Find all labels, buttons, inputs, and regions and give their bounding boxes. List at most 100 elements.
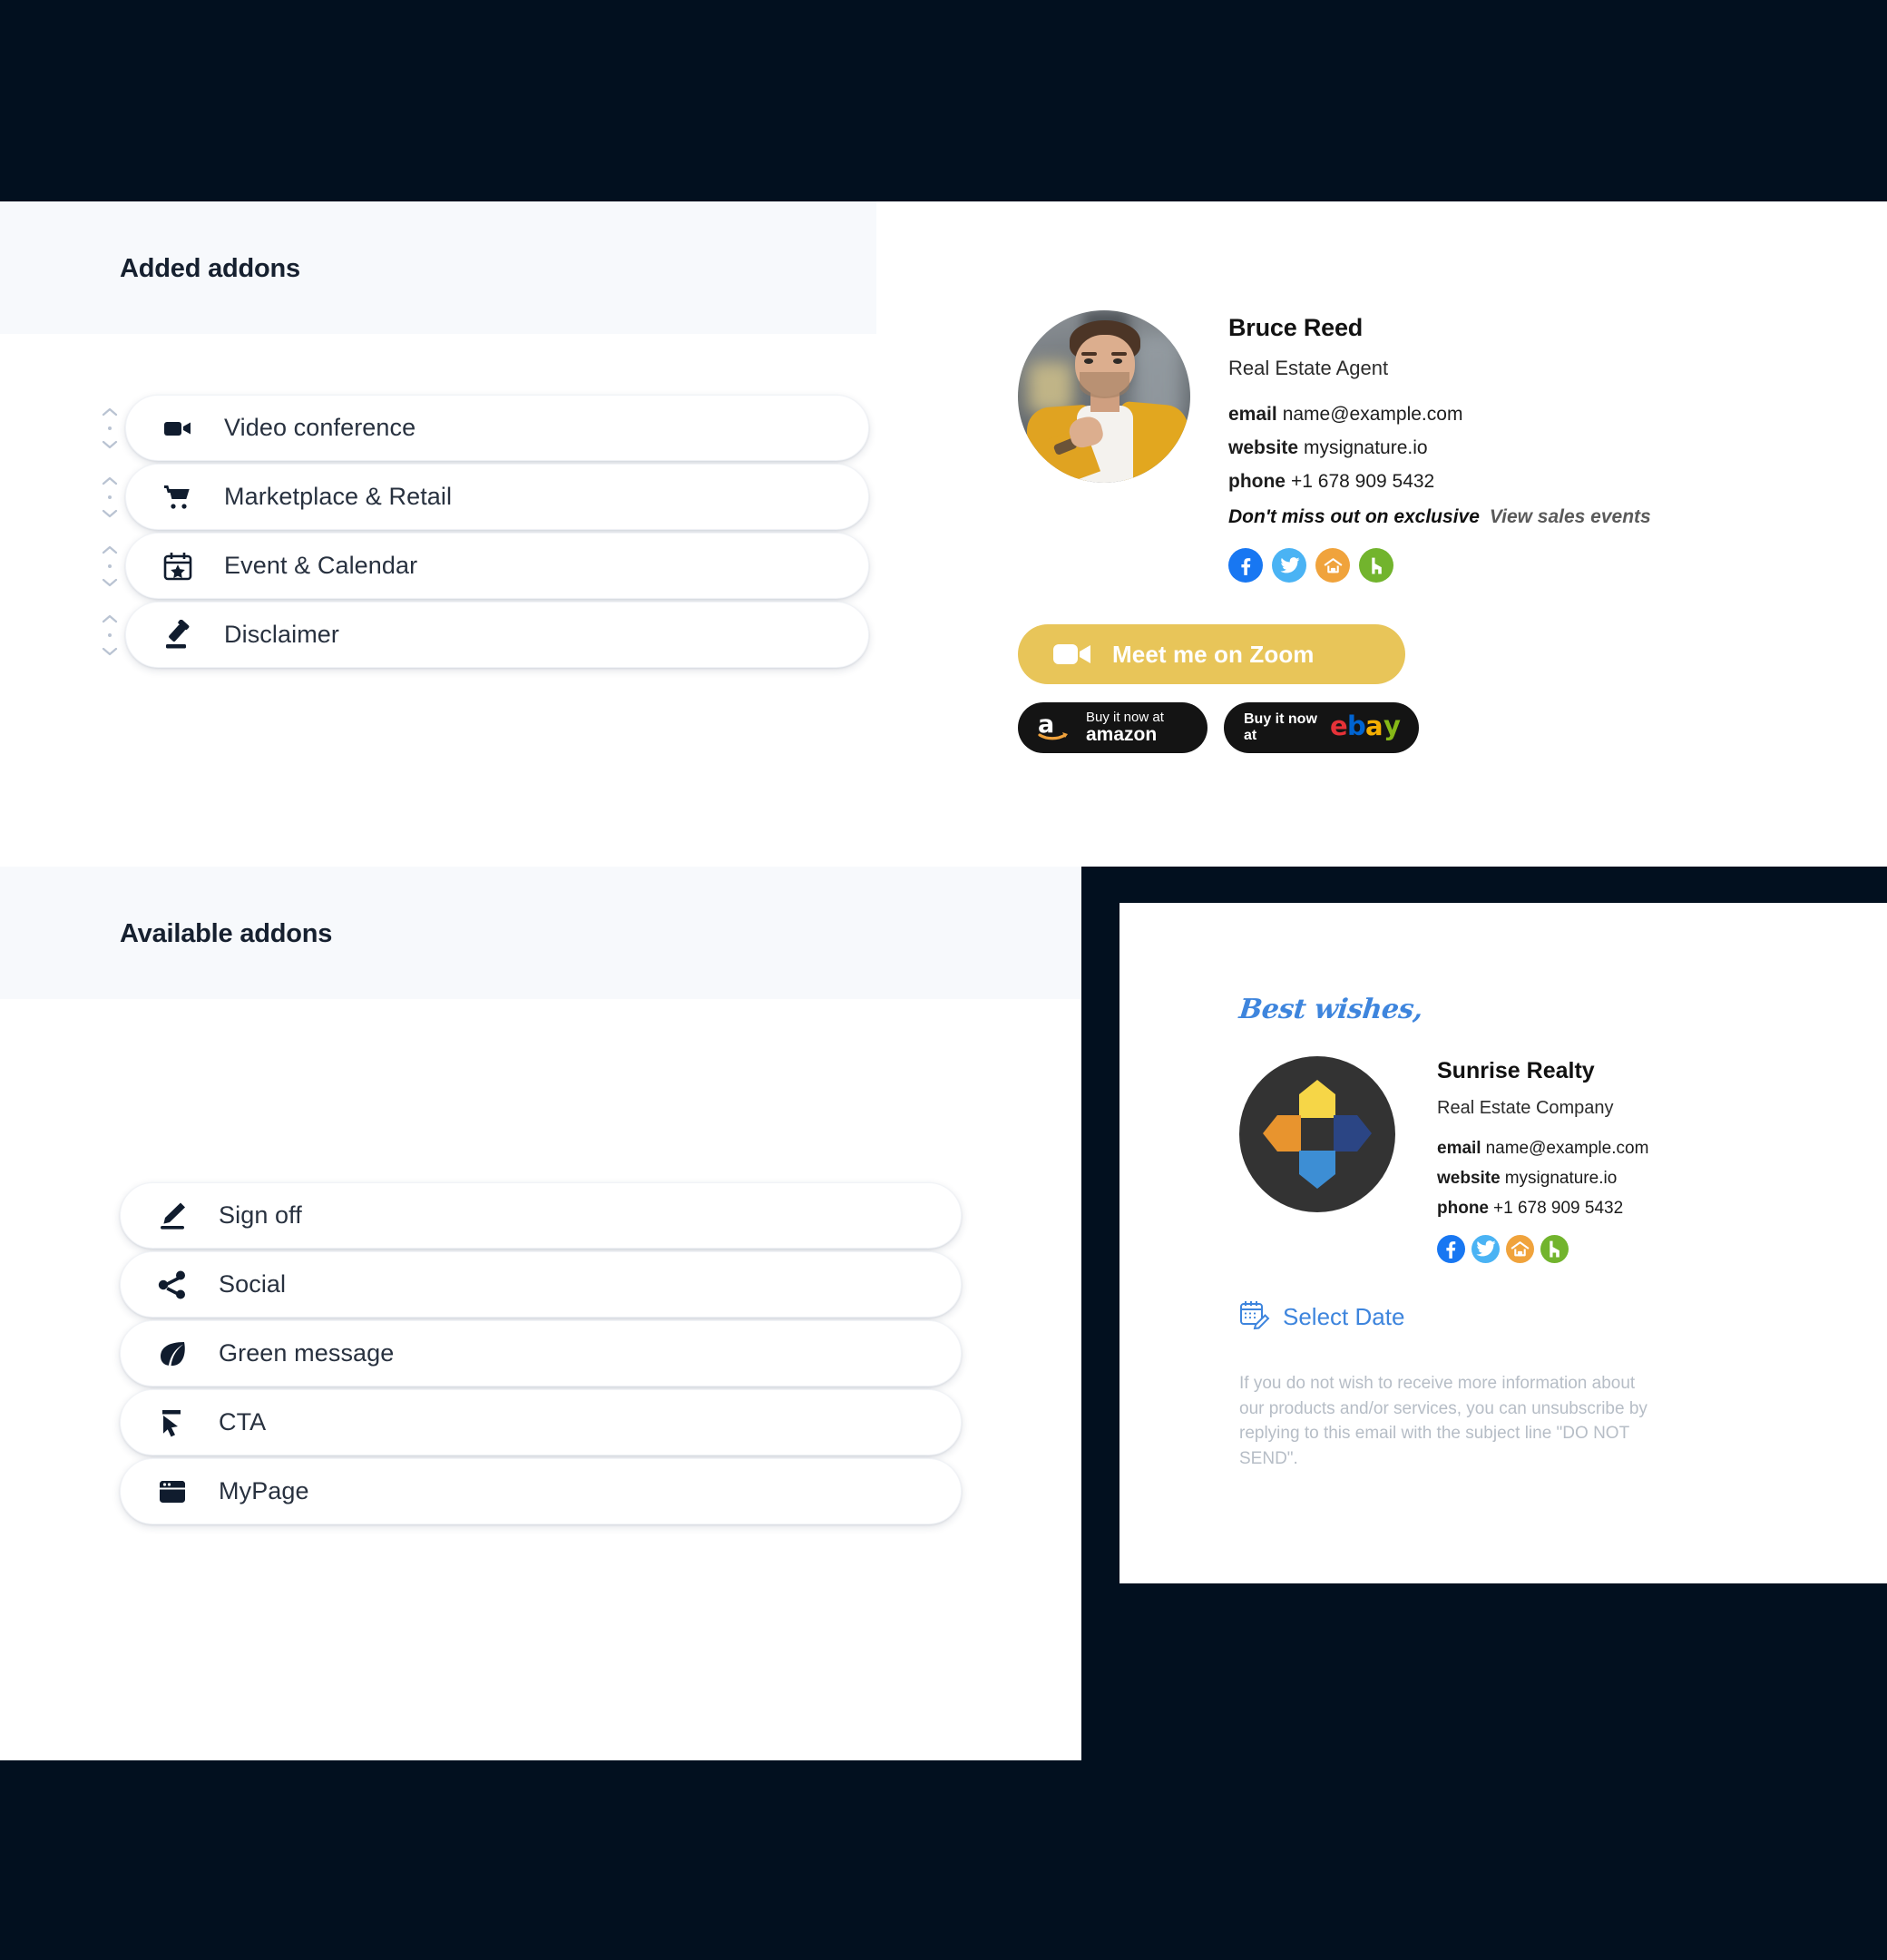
drag-handle[interactable] xyxy=(94,603,125,667)
field-value-email: name@example.com xyxy=(1282,404,1463,425)
field-value-website: mysignature.io xyxy=(1304,437,1428,458)
amazon-logo-icon: a xyxy=(1038,710,1074,746)
field-label-website: website xyxy=(1228,437,1299,458)
amazon-buy-button[interactable]: a Buy it now at amazon xyxy=(1018,702,1207,753)
drag-handle[interactable] xyxy=(94,466,125,529)
personal-signature-preview: Bruce Reed Real Estate Agent email name@e… xyxy=(876,201,1887,867)
addon-row-sign-off[interactable]: Sign off xyxy=(120,1182,962,1249)
select-date-label: Select Date xyxy=(1283,1303,1405,1330)
pen-signature-icon xyxy=(157,1200,188,1231)
field-value-phone: +1 678 909 5432 xyxy=(1493,1199,1624,1218)
facebook-icon[interactable] xyxy=(1228,548,1263,583)
promo-line: Don't miss out on exclusive View sales ev… xyxy=(1228,506,1651,528)
ebay-prefix: Buy it now at xyxy=(1244,711,1317,743)
addon-row-video-conference[interactable]: Video conference xyxy=(94,395,869,461)
video-camera-icon xyxy=(1052,641,1092,668)
unsubscribe-text: If you do not wish to receive more infor… xyxy=(1239,1374,1647,1468)
houzz-icon[interactable] xyxy=(1540,1235,1569,1263)
page-title-available: Available addons xyxy=(120,919,333,948)
company-logo xyxy=(1239,1056,1395,1212)
signature-field-phone: phone +1 678 909 5432 xyxy=(1228,471,1651,493)
promo-text: Don't miss out on exclusive xyxy=(1228,506,1480,527)
gavel-icon xyxy=(162,619,193,651)
video-camera-icon xyxy=(162,413,193,444)
addon-pill[interactable]: Green message xyxy=(120,1320,962,1387)
shopping-cart-icon xyxy=(162,482,193,513)
field-label-email: email xyxy=(1437,1139,1481,1158)
addon-pill[interactable]: Disclaimer xyxy=(125,602,869,668)
company-role: Real Estate Company xyxy=(1437,1098,1614,1118)
signature-role: Real Estate Agent xyxy=(1228,357,1389,379)
addon-label: Video conference xyxy=(224,414,416,441)
addon-label: Marketplace & Retail xyxy=(224,483,453,510)
field-label-email: email xyxy=(1228,404,1277,425)
addon-pill[interactable]: MyPage xyxy=(120,1458,962,1524)
page-title-added: Added addons xyxy=(120,254,300,283)
addon-row-marketplace-retail[interactable]: Marketplace & Retail xyxy=(94,464,869,530)
facebook-icon[interactable] xyxy=(1437,1235,1465,1263)
company-name: Sunrise Realty xyxy=(1437,1058,1595,1083)
drag-handle[interactable] xyxy=(94,397,125,460)
addon-row-event-calendar[interactable]: Event & Calendar xyxy=(94,533,869,599)
share-nodes-icon xyxy=(157,1269,188,1300)
addon-pill[interactable]: Sign off xyxy=(120,1182,962,1249)
calendar-edit-icon xyxy=(1239,1299,1270,1335)
signature-name: Bruce Reed xyxy=(1228,314,1364,341)
select-date-button[interactable]: Select Date xyxy=(1239,1299,1874,1335)
addon-pill[interactable]: Video conference xyxy=(125,395,869,461)
addon-row-disclaimer[interactable]: Disclaimer xyxy=(94,602,869,668)
social-links xyxy=(1228,548,1651,583)
signature-field-website: website mysignature.io xyxy=(1437,1169,1648,1189)
available-addons-panel: Available addons Sign off Social Green mes… xyxy=(0,867,1081,1760)
amazon-line2: amazon xyxy=(1086,723,1158,745)
houzz-icon[interactable] xyxy=(1359,548,1393,583)
leaf-icon xyxy=(157,1338,188,1369)
svg-text:a: a xyxy=(1365,711,1383,740)
promo-link[interactable]: View sales events xyxy=(1490,506,1651,527)
field-label-phone: phone xyxy=(1437,1199,1489,1218)
ebay-logo-icon: e b a y xyxy=(1330,710,1419,745)
field-value-phone: +1 678 909 5432 xyxy=(1291,471,1435,492)
field-label-phone: phone xyxy=(1228,471,1286,492)
twitter-icon[interactable] xyxy=(1471,1235,1500,1263)
addon-label: MyPage xyxy=(219,1477,309,1504)
ebay-buy-button[interactable]: Buy it now at e b a y xyxy=(1224,702,1419,753)
addon-label: Event & Calendar xyxy=(224,552,418,579)
field-label-website: website xyxy=(1437,1169,1501,1188)
field-value-email: name@example.com xyxy=(1485,1139,1649,1158)
sign-off-text: Best wishes, xyxy=(1237,994,1424,1025)
svg-text:b: b xyxy=(1347,711,1366,740)
meet-on-zoom-button[interactable]: Meet me on Zoom xyxy=(1018,624,1405,684)
addon-pill[interactable]: Social xyxy=(120,1251,962,1318)
meet-on-zoom-label: Meet me on Zoom xyxy=(1112,640,1315,668)
added-addons-list: Video conference Marketplace & Retail Even… xyxy=(0,334,876,867)
addon-pill[interactable]: CTA xyxy=(120,1389,962,1455)
addon-label: Green message xyxy=(219,1339,395,1367)
addon-label: Social xyxy=(219,1270,287,1298)
twitter-icon[interactable] xyxy=(1272,548,1306,583)
addon-label: Disclaimer xyxy=(224,621,340,648)
svg-text:y: y xyxy=(1383,711,1401,740)
signature-field-email: email name@example.com xyxy=(1437,1139,1648,1159)
addon-row-green-message[interactable]: Green message xyxy=(120,1320,962,1387)
addon-label: CTA xyxy=(219,1408,267,1436)
added-addons-header: Added addons xyxy=(0,201,876,334)
addon-row-mypage[interactable]: MyPage xyxy=(120,1458,962,1524)
company-signature-preview: Best wishes, Sunrise Realty Real Estate … xyxy=(1119,903,1887,1583)
avatar xyxy=(1018,310,1190,483)
field-value-website: mysignature.io xyxy=(1504,1169,1618,1188)
addon-row-cta[interactable]: CTA xyxy=(120,1389,962,1455)
signature-field-phone: phone +1 678 909 5432 xyxy=(1437,1199,1648,1219)
signature-field-website: website mysignature.io xyxy=(1228,437,1651,459)
svg-text:e: e xyxy=(1330,711,1348,740)
zillow-icon[interactable] xyxy=(1315,548,1350,583)
cursor-arrow-icon xyxy=(157,1407,188,1438)
addon-pill[interactable]: Marketplace & Retail xyxy=(125,464,869,530)
calendar-star-icon xyxy=(162,551,193,582)
addon-label: Sign off xyxy=(219,1201,302,1229)
addon-pill[interactable]: Event & Calendar xyxy=(125,533,869,599)
zillow-icon[interactable] xyxy=(1506,1235,1534,1263)
drag-handle[interactable] xyxy=(94,534,125,598)
company-social-links xyxy=(1437,1235,1648,1263)
addon-row-social[interactable]: Social xyxy=(120,1251,962,1318)
